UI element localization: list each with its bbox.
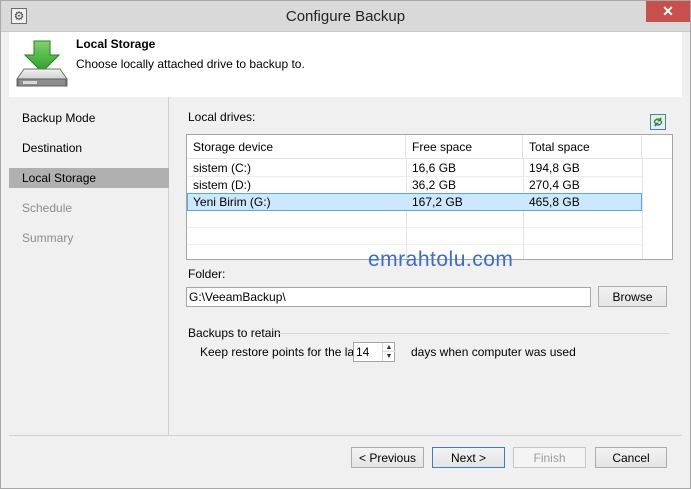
table-row-drive-g[interactable]: Yeni Birim (G:) 167,2 GB 465,8 GB — [187, 193, 642, 211]
header-subtitle: Choose locally attached drive to backup … — [76, 57, 305, 71]
cell-total-space: 465,8 GB — [529, 195, 580, 209]
nav-item-schedule: Schedule — [22, 201, 73, 215]
header-title: Local Storage — [76, 37, 156, 51]
window-title: Configure Backup — [285, 8, 406, 25]
column-header-free-space[interactable]: Free space — [406, 135, 523, 159]
table-row-drive-d[interactable]: sistem (D:) 36,2 GB 270,4 GB — [187, 177, 642, 193]
group-divider — [276, 333, 669, 334]
keep-restore-points-label: Keep restore points for the last — [200, 345, 364, 359]
wizard-steps-nav: Backup Mode Destination Local Storage Sc… — [9, 97, 169, 435]
backups-to-retain-label: Backups to retain — [188, 326, 281, 340]
restore-points-stepper[interactable]: ▲ ▼ — [353, 342, 395, 362]
next-button[interactable]: Next > — [432, 447, 505, 468]
table-row-drive-c[interactable]: sistem (C:) 16,6 GB 194,8 GB — [187, 160, 642, 176]
cell-device: sistem (C:) — [193, 161, 251, 175]
column-header-filler — [642, 135, 672, 159]
refresh-icon[interactable] — [650, 114, 666, 130]
local-drives-label: Local drives: — [188, 110, 256, 124]
wizard-footer: < Previous Next > Finish Cancel — [9, 435, 682, 481]
finish-button: Finish — [513, 447, 586, 468]
local-drives-table[interactable]: Storage device Free space Total space si… — [186, 134, 673, 260]
nav-item-local-storage[interactable]: Local Storage — [9, 168, 169, 188]
grid-line — [187, 244, 642, 245]
folder-label: Folder: — [188, 267, 226, 281]
configure-backup-window: ⚙ Configure Backup ✕ Local Storage Choos… — [0, 0, 691, 489]
column-header-total-space[interactable]: Total space — [523, 135, 642, 159]
cell-device: sistem (D:) — [193, 178, 251, 192]
grid-line — [642, 159, 643, 259]
column-header-storage-device[interactable]: Storage device — [187, 135, 406, 159]
title-bar[interactable]: ⚙ Configure Backup ✕ — [1, 1, 690, 32]
cell-device: Yeni Birim (G:) — [193, 195, 271, 209]
main-panel: Local drives: Storage device Free space … — [169, 97, 682, 435]
days-when-used-label: days when computer was used — [411, 345, 576, 359]
grid-line — [187, 227, 642, 228]
nav-item-destination[interactable]: Destination — [9, 138, 169, 158]
folder-path-input[interactable] — [186, 287, 591, 307]
restore-points-input[interactable] — [354, 343, 382, 361]
previous-button[interactable]: < Previous — [351, 447, 424, 468]
cell-free-space: 167,2 GB — [412, 195, 463, 209]
nav-item-summary: Summary — [22, 231, 74, 245]
stepper-up-icon[interactable]: ▲ — [383, 343, 395, 352]
cancel-button[interactable]: Cancel — [595, 447, 667, 468]
close-icon: ✕ — [662, 3, 674, 19]
nav-item-backup-mode[interactable]: Backup Mode — [9, 108, 169, 128]
stepper-down-icon[interactable]: ▼ — [383, 352, 395, 361]
stepper-buttons: ▲ ▼ — [382, 343, 395, 361]
cell-total-space: 270,4 GB — [529, 178, 580, 192]
watermark-text: emrahtolu.com — [368, 248, 514, 271]
drive-download-icon — [16, 40, 68, 87]
cell-free-space: 36,2 GB — [412, 178, 457, 192]
wizard-header: Local Storage Choose locally attached dr… — [9, 32, 682, 97]
browse-button[interactable]: Browse — [598, 286, 667, 307]
cell-total-space: 194,8 GB — [529, 161, 580, 175]
close-button[interactable]: ✕ — [646, 1, 690, 22]
cell-free-space: 16,6 GB — [412, 161, 457, 175]
